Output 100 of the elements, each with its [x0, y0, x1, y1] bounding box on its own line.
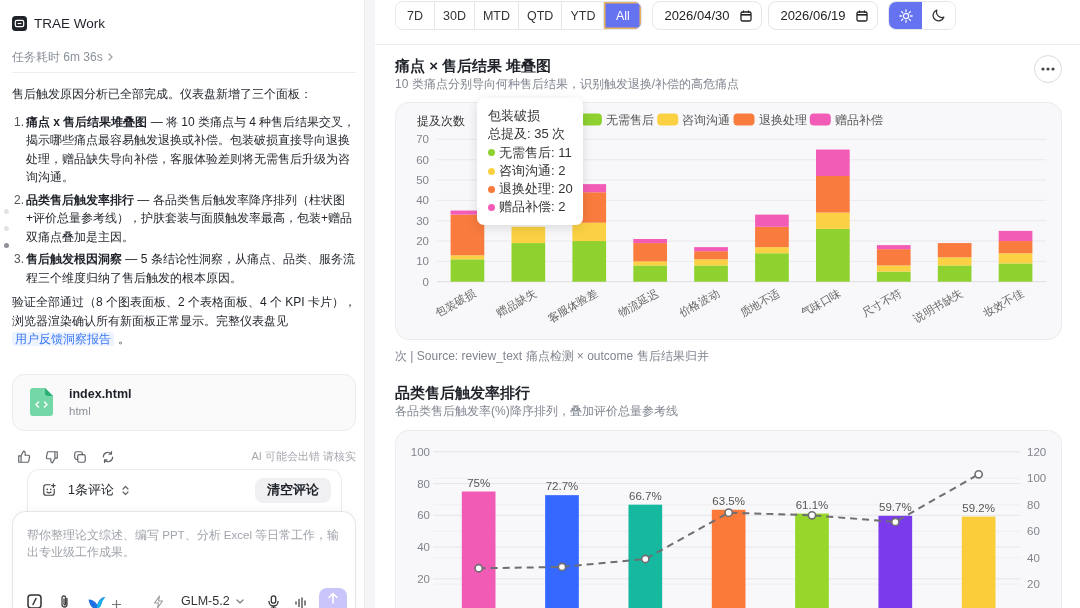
smiley-icon[interactable]	[42, 483, 56, 497]
bar-value-label: 59.7%	[879, 500, 912, 513]
axis-tick-label: 80	[417, 477, 430, 490]
bar-value-label: 59.2%	[962, 501, 995, 514]
disclaimer-text: AI 可能会出错 请核实	[251, 449, 356, 464]
axis-tick-label: 70	[416, 133, 429, 146]
nav-dot-icon[interactable]	[4, 243, 9, 248]
microphone-icon[interactable]	[268, 594, 279, 608]
updown-chevron-icon[interactable]	[121, 484, 129, 496]
tooltip-value: 赠品补偿: 2	[499, 198, 566, 217]
calendar-icon[interactable]	[856, 9, 869, 22]
axis-category-label: 说明书缺失	[911, 286, 965, 325]
report-link[interactable]: 用户反馈洞察报告	[12, 332, 114, 346]
bar-segment	[998, 230, 1033, 242]
clear-comments-button[interactable]: 清空评论	[255, 477, 331, 503]
data-point-icon	[640, 554, 650, 564]
nav-dot-icon[interactable]	[4, 226, 9, 231]
bar-value-label: 61.1%	[795, 498, 829, 511]
plus-icon[interactable]	[112, 599, 121, 608]
message-input[interactable]: 帮你整理论文综述、编写 PPT、分析 Excel 等日常工作，输出专业级工作成果。	[27, 526, 347, 563]
tooltip-title: 包装破损	[488, 107, 541, 125]
bar-segment	[816, 149, 850, 176]
axis-tick-label: 60	[417, 509, 430, 522]
more-icon	[1041, 67, 1055, 71]
legend-item[interactable]: 赠品补偿	[809, 112, 883, 127]
axis-category-label: 尺寸不符	[859, 286, 904, 319]
list-number: 2.	[13, 191, 25, 209]
file-name: index.html	[69, 385, 132, 402]
bar-segment	[998, 241, 1033, 254]
bar-value-label: 63.5%	[712, 494, 745, 507]
axis-category-label: 包装破损	[433, 286, 478, 319]
comment-count[interactable]: 1条评论	[68, 481, 114, 499]
axis-category-label: 物流延迟	[616, 286, 661, 319]
waveform-icon[interactable]	[295, 596, 307, 608]
panel-subtitle: 各品类售后触发率(%)降序排列，叠加评价总量参考线	[395, 403, 679, 420]
chart-source-note: 次 | Source: review_text 痛点检测 × outcome 售后结果归并	[395, 348, 710, 365]
axis-tick-label: 100	[1027, 472, 1047, 485]
tooltip-value: 咨询沟通: 2	[499, 161, 566, 180]
list-number: 1.	[13, 113, 25, 131]
date-field[interactable]: 2026/06/19	[768, 1, 879, 30]
axis-tick-label: 40	[417, 541, 430, 554]
caret-down-icon	[235, 598, 244, 604]
sun-icon[interactable]	[898, 8, 913, 23]
data-point-icon	[890, 517, 900, 527]
axis-category-label: 气味口味	[798, 286, 843, 319]
axis-tick-label: 40	[416, 194, 429, 207]
date-field[interactable]: 2026/04/30	[652, 1, 763, 30]
moon-icon[interactable]	[932, 9, 946, 22]
list-item-text: 品类售后触发率排行 — 各品类售后触发率降序排列（柱状图+评价总量参考线），护肤套装与面膜触发率最高，包装+赠品双痛点叠加是主因。	[26, 191, 353, 246]
tooltip-total: 总提及: 35 次	[488, 125, 567, 144]
model-selector-button[interactable]: GLM-5.2	[181, 593, 244, 608]
legend-label: 退换处理	[758, 112, 807, 127]
data-point-icon	[474, 563, 484, 573]
paperclip-icon[interactable]	[59, 593, 70, 608]
axis-tick-label: 0	[422, 275, 429, 288]
axis-tick-label: 10	[416, 255, 429, 268]
nav-dot-icon[interactable]	[4, 209, 9, 214]
arrow-up-icon	[327, 592, 339, 604]
refresh-icon[interactable]	[101, 449, 115, 464]
list-item-text: 售后触发根因洞察 — 5 条结论性洞察，从痛点、品类、服务流程三个维度归纳了售后触发的根本原因。	[26, 251, 356, 287]
code-file-icon	[30, 388, 53, 416]
lightning-icon[interactable]	[153, 594, 164, 608]
legend-label: 无需售后	[605, 112, 654, 127]
axis-tick-label: 80	[1027, 498, 1040, 511]
message-text: 验证全部通过（8 个图表面板、2 个表格面板、4 个 KPI 卡片），浏览器渲染确认所有新面板正常显示。完整仪表盘见 用户反馈洞察报告 。	[12, 294, 358, 348]
panel-subtitle: 10 类痛点分别导向何种售后结果，识别触发退换/补偿的高危痛点	[395, 76, 740, 93]
file-card[interactable]: index.html html	[12, 373, 356, 431]
axis-tick-label: 40	[1027, 551, 1040, 564]
calendar-icon[interactable]	[740, 9, 753, 22]
axis-category-label: 客服体验差	[545, 286, 600, 325]
message-text: 售后触发原因分析已全部完成。仪表盘新增了三个面板：	[12, 86, 313, 103]
legend-item[interactable]: 退换处理	[733, 112, 807, 127]
range-tab[interactable]: All	[603, 2, 642, 29]
bar-value-label: 72.7%	[545, 480, 579, 493]
swoosh-logo-icon[interactable]	[88, 595, 106, 608]
panel-title: 品类售后触发率排行	[395, 383, 531, 403]
tooltip-value: 退换处理: 20	[499, 180, 573, 199]
copy-icon[interactable]	[73, 449, 87, 464]
axis-tick-label: 20	[416, 235, 429, 248]
data-point-icon	[724, 508, 734, 518]
axis-title: 提及次数	[417, 115, 465, 127]
axis-tick-label: 20	[417, 572, 430, 585]
legend-label: 赠品补偿	[834, 112, 883, 127]
date-input[interactable]: 2026/06/19	[780, 8, 857, 23]
legend-item[interactable]: 咨询沟通	[657, 112, 731, 127]
theme-button[interactable]	[889, 2, 923, 29]
tooltip-value: 无需售后: 11	[499, 143, 572, 162]
list-item-text: 痛点 x 售后结果堆叠图 — 将 10 类痛点与 4 种售后结果交叉，揭示哪些痛点最容易触发退换或补偿。包装破损直接导向退换处理，赠品缺失导向补偿，客服体验差则将无需售后升级为咨询沟通。	[26, 113, 357, 186]
axis-tick-label: 100	[410, 445, 430, 458]
composer-box[interactable]: 帮你整理论文综述、编写 PPT、分析 Excel 等日常工作，输出专业级工作成果。 GLM-5.2	[12, 510, 356, 608]
axis-category-label: 价格波动	[676, 286, 722, 319]
bar-value-label: 75%	[467, 476, 491, 489]
thumbs-down-icon[interactable]	[45, 449, 59, 464]
axis-tick-label: 60	[1027, 525, 1040, 538]
date-input[interactable]: 2026/04/30	[664, 8, 741, 23]
chevron-right-icon[interactable]	[107, 53, 113, 61]
axis-tick-label: 20	[1027, 578, 1040, 591]
thumbs-up-icon[interactable]	[17, 449, 31, 464]
data-point-icon	[974, 469, 984, 479]
axis-category-label: 妆效不佳	[981, 286, 1026, 319]
